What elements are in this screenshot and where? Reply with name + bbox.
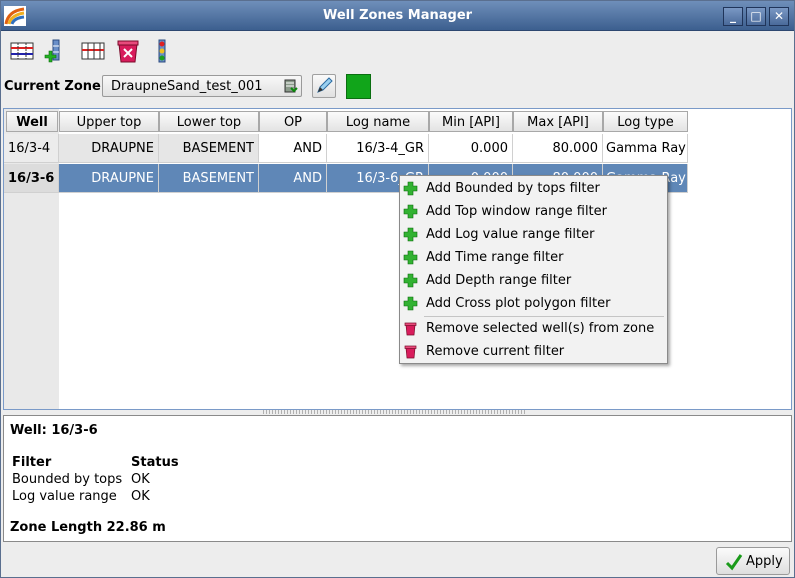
- header-well[interactable]: Well: [6, 111, 58, 132]
- green-plus-icon: [403, 204, 418, 219]
- cell-log-name[interactable]: 16/3-4_GR: [327, 134, 429, 163]
- close-button[interactable]: ✕: [769, 7, 789, 26]
- zone-wells-table: Well Upper top Lower top OP Log name Min…: [3, 108, 792, 410]
- header-log-name[interactable]: Log name: [327, 111, 429, 132]
- header-lower-top[interactable]: Lower top: [159, 111, 259, 132]
- delete-zone-icon[interactable]: [115, 38, 141, 64]
- green-plus-icon: [403, 273, 418, 288]
- well-zones-manager-window: Well Zones Manager _ □ ✕ Current Zone Dr…: [0, 0, 795, 578]
- filter-status: OK: [131, 472, 150, 487]
- context-menu: Add Bounded by tops filter Add Top windo…: [399, 175, 668, 364]
- cell-log-type[interactable]: Gamma Ray: [603, 134, 688, 163]
- zone-color-button[interactable]: [346, 74, 371, 99]
- menu-item-remove-selected-wells[interactable]: Remove selected well(s) from zone: [400, 317, 667, 340]
- splitter-handle[interactable]: [263, 410, 525, 414]
- trash-icon: [404, 322, 417, 336]
- zone-length: Zone Length 22.86 m: [10, 520, 166, 535]
- menu-item-label: Add Bounded by tops filter: [426, 181, 600, 196]
- header-min-api[interactable]: Min [API]: [429, 111, 513, 132]
- dropdown-icon: [284, 79, 298, 93]
- menu-item-label: Add Cross plot polygon filter: [426, 296, 611, 311]
- menu-item-label: Remove selected well(s) from zone: [426, 321, 655, 336]
- cell-op[interactable]: AND: [259, 134, 327, 163]
- green-plus-icon: [403, 227, 418, 242]
- menu-item-label: Add Top window range filter: [426, 204, 607, 219]
- cell-max-api[interactable]: 80.000: [513, 134, 603, 163]
- well-log-icon[interactable]: [149, 38, 175, 64]
- header-op[interactable]: OP: [259, 111, 327, 132]
- row-header-well[interactable]: 16/3-6: [4, 164, 59, 193]
- zone-filter-icon[interactable]: [80, 38, 106, 64]
- row-header-well[interactable]: 16/3-4: [4, 134, 59, 163]
- menu-item-add-time-range[interactable]: Add Time range filter: [400, 246, 667, 269]
- menu-item-add-depth-range[interactable]: Add Depth range filter: [400, 269, 667, 292]
- add-well-icon[interactable]: [43, 38, 69, 64]
- menu-item-add-top-window-range[interactable]: Add Top window range filter: [400, 200, 667, 223]
- menu-item-remove-current-filter[interactable]: Remove current filter: [400, 340, 667, 363]
- current-zone-value: DraupneSand_test_001: [111, 79, 263, 94]
- green-plus-icon: [403, 250, 418, 265]
- current-zone-label: Current Zone: [4, 79, 101, 94]
- green-plus-icon: [403, 181, 418, 196]
- filter-name: Bounded by tops: [12, 472, 123, 487]
- status-column-header: Status: [131, 455, 179, 470]
- cell-lower-top[interactable]: BASEMENT: [159, 164, 259, 193]
- header-max-api[interactable]: Max [API]: [513, 111, 603, 132]
- current-zone-select[interactable]: DraupneSand_test_001: [102, 75, 302, 97]
- maximize-button[interactable]: □: [746, 7, 766, 26]
- window-title: Well Zones Manager: [322, 8, 473, 23]
- trash-icon: [404, 345, 417, 359]
- well-info-panel: Well: 16/3-6 Filter Status Bounded by to…: [3, 415, 792, 542]
- edit-zone-button[interactable]: [312, 74, 336, 98]
- minimize-button[interactable]: _: [723, 7, 743, 26]
- filter-status: OK: [131, 489, 150, 504]
- cell-min-api[interactable]: 0.000: [429, 134, 513, 163]
- header-upper-top[interactable]: Upper top: [59, 111, 159, 132]
- filter-column-header: Filter: [12, 455, 52, 470]
- cell-upper-top[interactable]: DRAUPNE: [59, 134, 159, 163]
- menu-item-add-cross-plot-polygon[interactable]: Add Cross plot polygon filter: [400, 292, 667, 315]
- menu-item-label: Add Time range filter: [426, 250, 564, 265]
- zone-table-icon[interactable]: [9, 38, 35, 64]
- menu-item-label: Remove current filter: [426, 344, 565, 359]
- filter-name: Log value range: [12, 489, 117, 504]
- cell-upper-top[interactable]: DRAUPNE: [59, 164, 159, 193]
- menu-item-label: Add Depth range filter: [426, 273, 572, 288]
- checkmark-icon: [725, 554, 743, 571]
- green-plus-icon: [403, 296, 418, 311]
- cell-lower-top[interactable]: BASEMENT: [159, 134, 259, 163]
- info-well-title: Well: 16/3-6: [10, 423, 98, 438]
- cell-op[interactable]: AND: [259, 164, 327, 193]
- title-bar[interactable]: Well Zones Manager _ □ ✕: [1, 1, 794, 31]
- menu-item-label: Add Log value range filter: [426, 227, 595, 242]
- pencil-icon: [317, 77, 333, 93]
- menu-item-add-bounded-by-tops[interactable]: Add Bounded by tops filter: [400, 177, 667, 200]
- apply-label: Apply: [746, 554, 783, 569]
- header-log-type[interactable]: Log type: [603, 111, 688, 132]
- menu-item-add-log-value-range[interactable]: Add Log value range filter: [400, 223, 667, 246]
- zone-bar: Current Zone DraupneSand_test_001: [1, 73, 794, 101]
- apply-button[interactable]: Apply: [716, 547, 790, 575]
